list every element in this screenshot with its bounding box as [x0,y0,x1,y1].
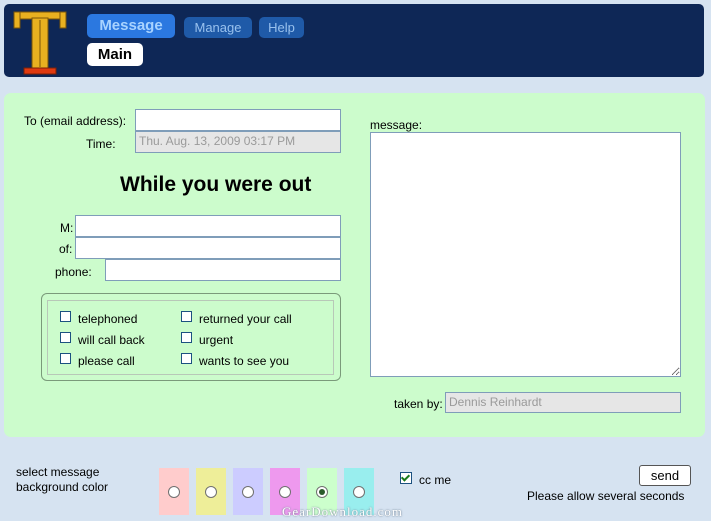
m-label: M: [60,221,74,235]
color-radio-lavender[interactable] [242,486,254,498]
of-label: of: [59,242,73,256]
telephoned-checkbox[interactable] [60,311,71,322]
allow-seconds-note: Please allow several seconds [527,489,685,503]
send-button[interactable]: send [639,465,691,486]
page-title: While you were out [120,173,312,196]
app-header: Message Manage Help Main [4,4,704,77]
bg-color-label-line1: select message [16,465,100,479]
color-radio-yellow[interactable] [205,486,217,498]
urgent-checkbox[interactable] [181,332,192,343]
returned-your-call-checkbox[interactable] [181,311,192,322]
please-call-label: please call [78,354,135,368]
watermark: GearDownload.com [282,504,404,519]
wants-to-see-you-label: wants to see you [199,354,290,368]
time-label: Time: [86,137,116,151]
message-textarea[interactable] [370,132,681,377]
to-label: To (email address): [24,114,127,128]
taken-by-label: taken by: [394,397,443,411]
telephoned-label: telephoned [78,312,138,326]
subtab-main[interactable]: Main [87,43,143,66]
app-logo-icon [13,11,67,75]
color-radio-green[interactable] [316,486,328,498]
wants-to-see-you-checkbox[interactable] [181,353,192,364]
bg-color-label-line2: background color [16,480,109,494]
color-radio-pink[interactable] [168,486,180,498]
will-call-back-checkbox[interactable] [60,332,71,343]
m-name-input[interactable] [75,215,341,237]
color-radio-magenta[interactable] [279,486,291,498]
tab-manage[interactable]: Manage [184,17,252,38]
color-radio-cyan[interactable] [353,486,365,498]
please-call-checkbox[interactable] [60,353,71,364]
phone-label: phone: [55,265,92,279]
tab-help[interactable]: Help [259,17,304,38]
to-email-input[interactable] [135,109,341,131]
taken-by-field: Dennis Reinhardt [445,392,681,413]
phone-input[interactable] [105,259,341,281]
time-field: Thu. Aug. 13, 2009 03:17 PM [135,131,341,153]
cc-me-checkbox[interactable] [400,472,412,484]
tab-message[interactable]: Message [87,14,175,38]
of-company-input[interactable] [75,237,341,259]
message-label: message: [370,118,423,132]
urgent-label: urgent [199,333,234,347]
will-call-back-label: will call back [78,333,145,347]
cc-me-label: cc me [419,473,452,487]
returned-your-call-label: returned your call [199,312,292,326]
